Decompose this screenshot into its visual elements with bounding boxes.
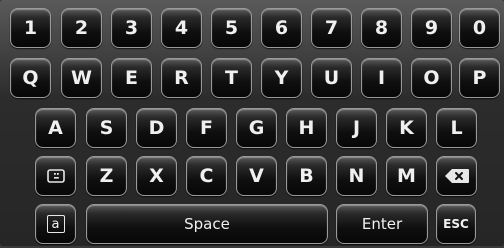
key-0[interactable]: 0 [459,8,500,48]
keyboard-row-asdf: A S D F G H J K L [0,108,504,152]
key-x[interactable]: X [136,156,177,196]
key-k[interactable]: K [386,108,427,148]
symbol-toggle-key[interactable] [35,156,76,196]
key-w[interactable]: W [61,58,102,98]
key-r[interactable]: R [161,58,202,98]
key-5[interactable]: 5 [211,8,252,48]
key-1[interactable]: 1 [10,8,51,48]
key-c[interactable]: C [186,156,227,196]
space-key[interactable]: Space [86,204,328,244]
key-p[interactable]: P [459,58,500,98]
on-screen-keyboard: 1 2 3 4 5 6 7 8 9 0 Q W E R T Y U I O P … [0,0,504,246]
key-h[interactable]: H [286,108,327,148]
key-q[interactable]: Q [10,58,51,98]
key-4[interactable]: 4 [161,8,202,48]
key-2[interactable]: 2 [61,8,102,48]
key-e[interactable]: E [111,58,152,98]
enter-key[interactable]: Enter [336,204,428,244]
key-m[interactable]: M [386,156,427,196]
case-toggle-key[interactable]: a [35,204,76,244]
key-3[interactable]: 3 [111,8,152,48]
key-y[interactable]: Y [261,58,302,98]
key-u[interactable]: U [311,58,352,98]
key-6[interactable]: 6 [261,8,302,48]
key-l[interactable]: L [436,108,477,148]
keyboard-row-zxcv: Z X C V B N M [0,156,504,200]
keyboard-row-numbers: 1 2 3 4 5 6 7 8 9 0 [0,8,504,52]
key-z[interactable]: Z [86,156,127,196]
key-n[interactable]: N [336,156,377,196]
key-d[interactable]: D [136,108,177,148]
esc-key[interactable]: ESC [436,204,476,244]
key-i[interactable]: I [361,58,402,98]
backspace-icon [444,168,470,184]
key-v[interactable]: V [236,156,277,196]
key-g[interactable]: G [236,108,277,148]
symbols-icon [46,169,65,183]
key-j[interactable]: J [336,108,377,148]
key-9[interactable]: 9 [411,8,452,48]
key-a[interactable]: A [35,108,76,148]
key-7[interactable]: 7 [311,8,352,48]
case-toggle-icon: a [46,215,65,233]
key-o[interactable]: O [411,58,452,98]
key-s[interactable]: S [86,108,127,148]
key-8[interactable]: 8 [361,8,402,48]
backspace-key[interactable] [436,156,477,196]
keyboard-row-qwerty: Q W E R T Y U I O P [0,58,504,102]
key-f[interactable]: F [186,108,227,148]
keyboard-row-bottom: a Space Enter ESC [0,204,504,248]
key-b[interactable]: B [286,156,327,196]
key-t[interactable]: T [211,58,252,98]
